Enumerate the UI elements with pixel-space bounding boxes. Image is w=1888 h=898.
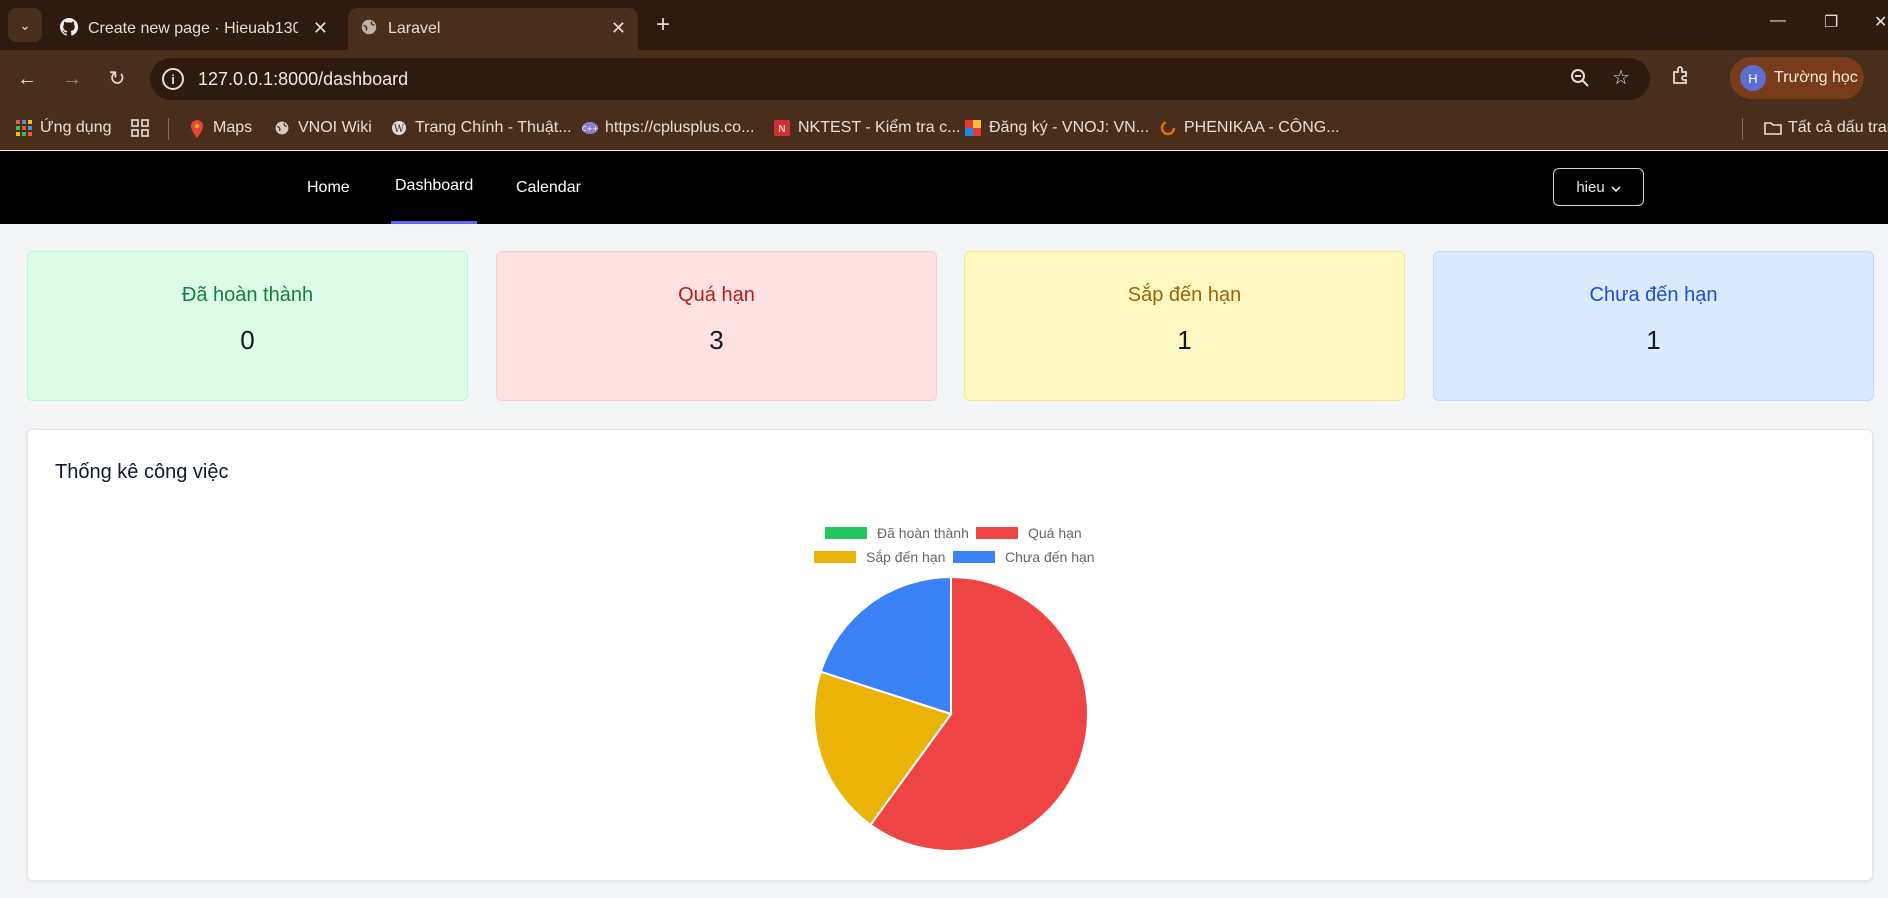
user-name: hieu: [1576, 178, 1605, 196]
tab-groups-icon[interactable]: [131, 119, 149, 137]
stat-value: 3: [709, 325, 724, 355]
new-tab-plus-icon[interactable]: +: [648, 10, 678, 40]
bookmark-all[interactable]: Tất cả dấu tran: [1764, 119, 1888, 137]
extensions-puzzle-icon[interactable]: [1670, 64, 1692, 92]
bookmark-label: Maps: [213, 119, 253, 136]
stat-card-not-due: Chưa đến hạn 1: [1433, 251, 1874, 401]
browser-tab-bar: ⌄ Create new page · Hieuab1308/ ✕ Larave…: [0, 0, 1888, 50]
tab-title: Create new page · Hieuab1308/: [88, 20, 298, 37]
stat-label: Đã hoàn thành: [181, 284, 314, 306]
avatar: H: [1740, 65, 1766, 91]
pie-chart: Đã hoàn thành Quá hạn Sắp đến hạn Chưa đến …: [813, 525, 1095, 852]
stat-value: 1: [1177, 325, 1192, 355]
svg-text:N: N: [778, 124, 785, 135]
site-info-icon[interactable]: i: [162, 68, 184, 90]
statistics-panel: Thống kê công việc Đã hoàn thành Quá hạn S…: [27, 429, 1873, 881]
cplusplus-icon: C++: [581, 120, 599, 136]
browser-tab-github[interactable]: Create new page · Hieuab1308/ ✕: [48, 8, 340, 50]
stat-label: Sắp đến hạn: [1127, 284, 1242, 306]
stat-card-overdue: Quá hạn 3: [496, 251, 937, 401]
reload-icon[interactable]: ↻: [102, 65, 132, 95]
user-menu-button[interactable]: hieu: [1553, 168, 1644, 206]
legend-label[interactable]: Quá hạn: [1028, 525, 1082, 541]
bookmark-label: Đăng ký - VNOJ: VN...: [989, 119, 1150, 136]
bookmark-apps[interactable]: Ứng dụng: [16, 119, 112, 137]
vnoj-icon: [965, 120, 981, 136]
globe-icon: [274, 120, 290, 136]
svg-text:W: W: [394, 124, 405, 135]
stat-value: 0: [240, 325, 255, 355]
browser-tab-laravel[interactable]: Laravel ✕: [348, 8, 638, 50]
legend-label[interactable]: Chưa đến hạn: [1005, 549, 1095, 565]
bookmark-star-icon[interactable]: ☆: [1612, 65, 1630, 90]
bookmark-maps[interactable]: Maps: [189, 119, 253, 138]
wiki-icon: W: [391, 120, 407, 136]
back-arrow-icon[interactable]: ←: [12, 65, 42, 95]
bookmark-label: PHENIKAA - CÔNG...: [1184, 119, 1340, 136]
apps-grid-icon: [16, 120, 32, 136]
address-url[interactable]: 127.0.0.1:8000/dashboard: [198, 69, 408, 90]
address-bar[interactable]: i 127.0.0.1:8000/dashboard ☆: [150, 58, 1650, 100]
bookmark-trang-chinh[interactable]: W Trang Chính - Thuật...: [391, 119, 572, 137]
nav-link-calendar[interactable]: Calendar: [516, 151, 581, 224]
nav-link-dashboard[interactable]: Dashboard: [391, 151, 478, 224]
legend-label[interactable]: Sắp đến hạn: [866, 549, 945, 565]
legend-swatch[interactable]: [825, 527, 867, 539]
legend-swatch[interactable]: [814, 551, 856, 563]
stat-value: 1: [1646, 325, 1661, 355]
stat-label: Quá hạn: [678, 284, 755, 306]
bookmark-label: https://cplusplus.co...: [605, 119, 755, 136]
close-window-icon[interactable]: ✕: [1874, 12, 1887, 32]
globe-icon: [360, 18, 378, 41]
divider: [168, 118, 169, 140]
restore-icon[interactable]: ❐: [1824, 12, 1838, 32]
chevron-down-icon: [1611, 179, 1621, 196]
github-icon: [59, 17, 79, 41]
stat-card-completed: Đã hoàn thành 0: [27, 251, 468, 401]
minimize-icon[interactable]: —: [1770, 12, 1786, 30]
bookmark-label: Trang Chính - Thuật...: [415, 119, 572, 136]
legend-swatch[interactable]: [976, 527, 1018, 539]
legend-swatch[interactable]: [953, 551, 995, 563]
profile-button[interactable]: H Trường học: [1730, 57, 1864, 99]
bookmarks-bar: Ứng dụng Maps VNOI Wiki W Trang Chính - …: [0, 108, 1888, 150]
divider: [1742, 118, 1743, 140]
phenikaa-icon: [1160, 120, 1176, 136]
bookmark-vnoi-wiki[interactable]: VNOI Wiki: [274, 119, 372, 137]
profile-name: Trường học: [1774, 69, 1858, 86]
svg-text:C++: C++: [582, 125, 599, 133]
legend-label[interactable]: Đã hoàn thành: [877, 525, 969, 541]
folder-icon: [1764, 120, 1782, 136]
bookmark-label: Tất cả dấu tran: [1788, 119, 1888, 136]
nav-link-home[interactable]: Home: [307, 151, 350, 224]
forward-arrow-icon[interactable]: →: [57, 65, 87, 95]
maps-pin-icon: [189, 120, 205, 138]
stat-card-due-soon: Sắp đến hạn 1: [964, 251, 1405, 401]
bookmark-nktest[interactable]: N NKTEST - Kiểm tra c...: [774, 119, 960, 137]
close-tab-icon[interactable]: ✕: [313, 18, 328, 39]
bookmark-phenikaa[interactable]: PHENIKAA - CÔNG...: [1160, 119, 1340, 137]
stat-label: Chưa đến hạn: [1589, 284, 1718, 306]
browser-toolbar: ← → ↻ i 127.0.0.1:8000/dashboard ☆: [0, 50, 1888, 108]
bookmark-label: Ứng dụng: [40, 119, 112, 136]
zoom-icon[interactable]: [1570, 68, 1590, 94]
tab-search-chevron-icon[interactable]: ⌄: [8, 8, 42, 42]
bookmark-label: VNOI Wiki: [298, 119, 372, 136]
nktest-icon: N: [774, 120, 790, 136]
bookmark-vnoj[interactable]: Đăng ký - VNOJ: VN...: [965, 119, 1149, 137]
close-tab-icon[interactable]: ✕: [611, 18, 626, 39]
bookmark-cplusplus[interactable]: C++ https://cplusplus.co...: [581, 119, 755, 137]
bookmark-label: NKTEST - Kiểm tra c...: [798, 119, 961, 136]
tab-title: Laravel: [388, 20, 441, 37]
